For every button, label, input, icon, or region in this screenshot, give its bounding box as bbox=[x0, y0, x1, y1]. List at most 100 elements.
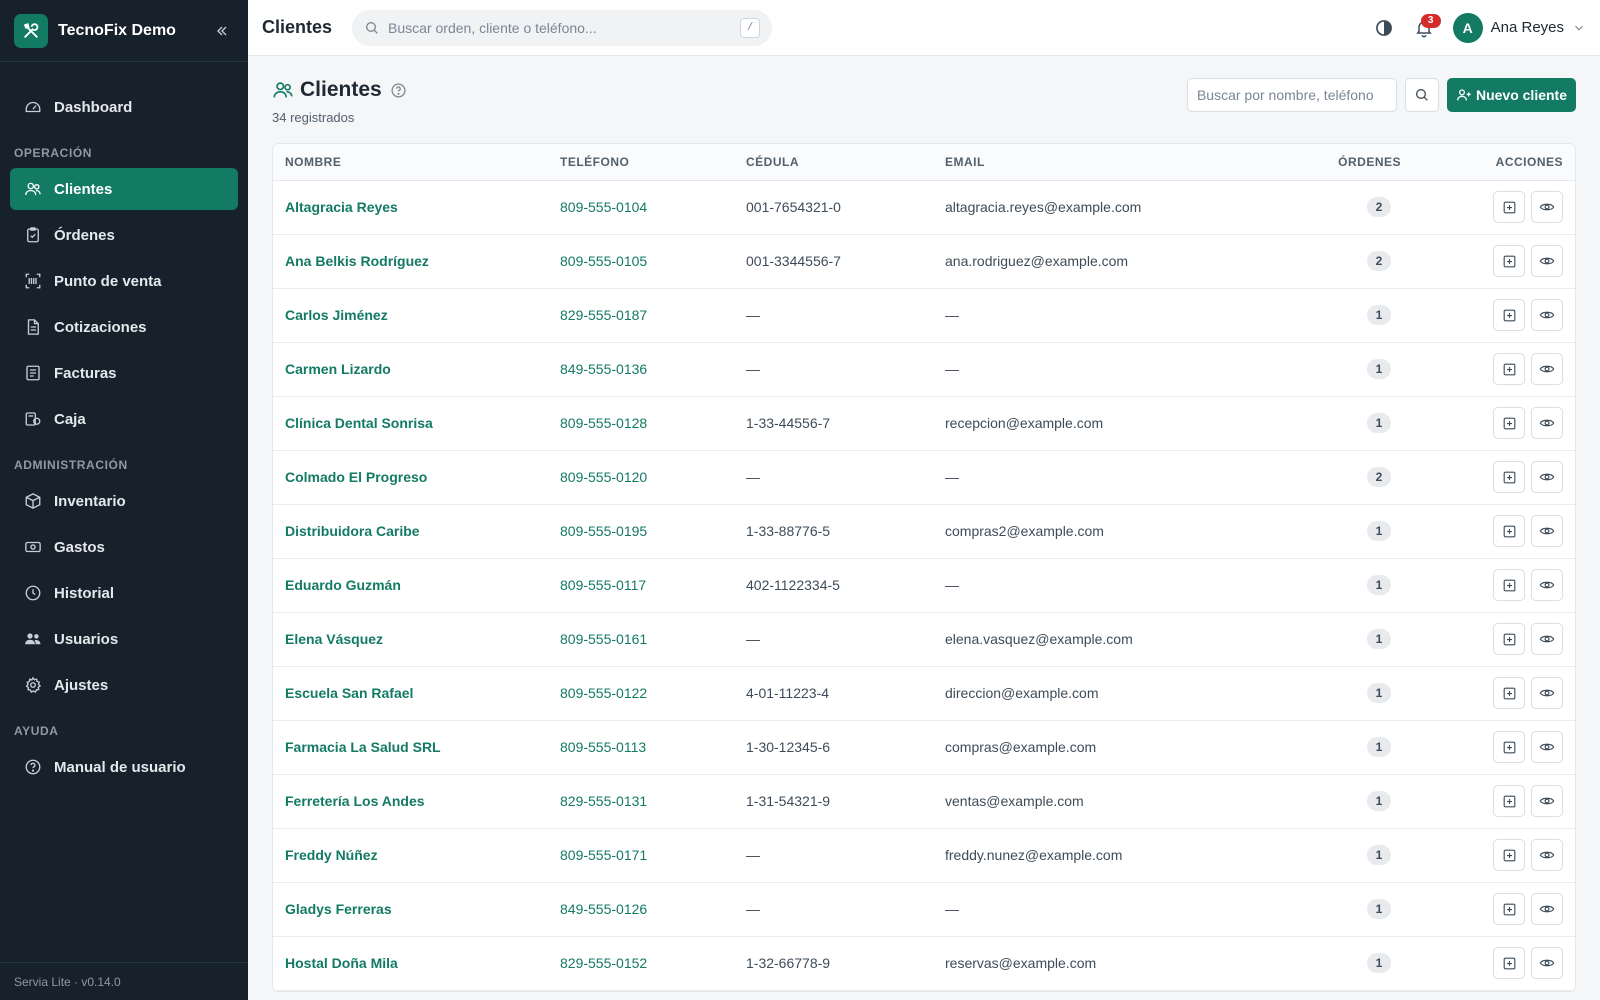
new-order-button[interactable] bbox=[1493, 299, 1525, 331]
client-phone-link[interactable]: 809-555-0122 bbox=[560, 685, 647, 701]
sidebar-item-clientes[interactable]: Clientes bbox=[10, 168, 238, 210]
client-phone-link[interactable]: 809-555-0171 bbox=[560, 847, 647, 863]
header-ordenes[interactable]: ÓRDENES bbox=[1283, 144, 1413, 181]
new-order-button[interactable] bbox=[1493, 677, 1525, 709]
table-row[interactable]: Gladys Ferreras 849-555-0126 — — 1 bbox=[273, 882, 1575, 937]
view-client-button[interactable] bbox=[1531, 299, 1563, 331]
sidebar-item-punto-de-venta[interactable]: Punto de venta bbox=[10, 260, 238, 302]
new-client-button[interactable]: Nuevo cliente bbox=[1446, 78, 1576, 112]
sidebar-item-cotizaciones[interactable]: Cotizaciones bbox=[10, 306, 238, 348]
table-row[interactable]: Carmen Lizardo 849-555-0136 — — 1 bbox=[273, 342, 1575, 397]
client-phone-link[interactable]: 809-555-0120 bbox=[560, 469, 647, 485]
sidebar-item-manual[interactable]: Manual de usuario bbox=[10, 746, 238, 788]
client-phone-link[interactable]: 849-555-0136 bbox=[560, 361, 647, 377]
client-name-link[interactable]: Elena Vásquez bbox=[285, 631, 383, 647]
header-cedula[interactable]: CÉDULA bbox=[734, 144, 933, 181]
view-client-button[interactable] bbox=[1531, 623, 1563, 655]
table-row[interactable]: Clínica Dental Sonrisa 809-555-0128 1-33… bbox=[273, 396, 1575, 451]
collapse-sidebar-icon[interactable] bbox=[210, 19, 234, 43]
client-phone-link[interactable]: 829-555-0131 bbox=[560, 793, 647, 809]
view-client-button[interactable] bbox=[1531, 839, 1563, 871]
client-name-link[interactable]: Ana Belkis Rodríguez bbox=[285, 253, 429, 269]
client-phone-link[interactable]: 809-555-0105 bbox=[560, 253, 647, 269]
client-name-link[interactable]: Hostal Doña Mila bbox=[285, 955, 398, 971]
client-name-link[interactable]: Carmen Lizardo bbox=[285, 361, 391, 377]
client-name-link[interactable]: Freddy Núñez bbox=[285, 847, 378, 863]
sidebar-item-ajustes[interactable]: Ajustes bbox=[10, 664, 238, 706]
client-phone-link[interactable]: 809-555-0117 bbox=[560, 577, 646, 593]
new-order-button[interactable] bbox=[1493, 245, 1525, 277]
client-name-link[interactable]: Altagracia Reyes bbox=[285, 199, 398, 215]
table-row[interactable]: Farmacia La Salud SRL 809-555-0113 1-30-… bbox=[273, 720, 1575, 775]
client-phone-link[interactable]: 809-555-0128 bbox=[560, 415, 647, 431]
table-row[interactable]: Hostal Doña Mila 829-555-0152 1-32-66778… bbox=[273, 936, 1575, 991]
view-client-button[interactable] bbox=[1531, 731, 1563, 763]
client-phone-link[interactable]: 809-555-0104 bbox=[560, 199, 647, 215]
table-row[interactable]: Elena Vásquez 809-555-0161 — elena.vasqu… bbox=[273, 612, 1575, 667]
client-name-link[interactable]: Escuela San Rafael bbox=[285, 685, 413, 701]
client-name-link[interactable]: Eduardo Guzmán bbox=[285, 577, 401, 593]
view-client-button[interactable] bbox=[1531, 353, 1563, 385]
client-name-link[interactable]: Clínica Dental Sonrisa bbox=[285, 415, 433, 431]
client-phone-link[interactable]: 829-555-0187 bbox=[560, 307, 647, 323]
client-phone-link[interactable]: 809-555-0113 bbox=[560, 739, 646, 755]
theme-toggle-button[interactable] bbox=[1369, 13, 1399, 43]
table-row[interactable]: Ana Belkis Rodríguez 809-555-0105 001-33… bbox=[273, 234, 1575, 289]
table-row[interactable]: Distribuidora Caribe 809-555-0195 1-33-8… bbox=[273, 504, 1575, 559]
view-client-button[interactable] bbox=[1531, 191, 1563, 223]
client-phone-link[interactable]: 809-555-0161 bbox=[560, 631, 647, 647]
client-phone-link[interactable]: 829-555-0152 bbox=[560, 955, 647, 971]
view-client-button[interactable] bbox=[1531, 245, 1563, 277]
new-order-button[interactable] bbox=[1493, 839, 1525, 871]
sidebar-item-historial[interactable]: Historial bbox=[10, 572, 238, 614]
table-row[interactable]: Carlos Jiménez 829-555-0187 — — 1 bbox=[273, 288, 1575, 343]
client-name-link[interactable]: Gladys Ferreras bbox=[285, 901, 392, 917]
table-row[interactable]: Freddy Núñez 809-555-0171 — freddy.nunez… bbox=[273, 828, 1575, 883]
view-client-button[interactable] bbox=[1531, 947, 1563, 979]
new-order-button[interactable] bbox=[1493, 893, 1525, 925]
client-search-button[interactable] bbox=[1404, 78, 1439, 112]
header-nombre[interactable]: NOMBRE bbox=[273, 144, 548, 181]
table-row[interactable]: Ferretería Los Andes 829-555-0131 1-31-5… bbox=[273, 774, 1575, 829]
table-row[interactable]: Altagracia Reyes 809-555-0104 001-765432… bbox=[273, 180, 1575, 235]
sidebar-item-inventario[interactable]: Inventario bbox=[10, 480, 238, 522]
new-order-button[interactable] bbox=[1493, 731, 1525, 763]
view-client-button[interactable] bbox=[1531, 677, 1563, 709]
sidebar-item-dashboard[interactable]: Dashboard bbox=[10, 86, 238, 128]
sidebar-item-gastos[interactable]: Gastos bbox=[10, 526, 238, 568]
global-search-input[interactable] bbox=[388, 19, 741, 36]
help-circle-icon[interactable] bbox=[390, 82, 407, 99]
global-search[interactable]: / bbox=[352, 9, 773, 46]
view-client-button[interactable] bbox=[1531, 461, 1563, 493]
table-row[interactable]: Eduardo Guzmán 809-555-0117 402-1122334-… bbox=[273, 558, 1575, 613]
client-search-input[interactable] bbox=[1186, 78, 1397, 112]
notifications-button[interactable]: 3 bbox=[1409, 13, 1441, 43]
header-email[interactable]: EMAIL bbox=[933, 144, 1283, 181]
new-order-button[interactable] bbox=[1493, 407, 1525, 439]
user-menu[interactable]: A Ana Reyes bbox=[1452, 12, 1586, 43]
client-name-link[interactable]: Colmado El Progreso bbox=[285, 469, 427, 485]
new-order-button[interactable] bbox=[1493, 515, 1525, 547]
client-name-link[interactable]: Distribuidora Caribe bbox=[285, 523, 420, 539]
client-name-link[interactable]: Carlos Jiménez bbox=[285, 307, 388, 323]
table-row[interactable]: Colmado El Progreso 809-555-0120 — — 2 bbox=[273, 450, 1575, 505]
sidebar-item-ordenes[interactable]: Órdenes bbox=[10, 214, 238, 256]
client-name-link[interactable]: Ferretería Los Andes bbox=[285, 793, 425, 809]
new-order-button[interactable] bbox=[1493, 947, 1525, 979]
view-client-button[interactable] bbox=[1531, 893, 1563, 925]
new-order-button[interactable] bbox=[1493, 461, 1525, 493]
table-row[interactable]: Escuela San Rafael 809-555-0122 4-01-112… bbox=[273, 666, 1575, 721]
client-name-link[interactable]: Farmacia La Salud SRL bbox=[285, 739, 441, 755]
new-order-button[interactable] bbox=[1493, 353, 1525, 385]
sidebar-item-usuarios[interactable]: Usuarios bbox=[10, 618, 238, 660]
sidebar-item-facturas[interactable]: Facturas bbox=[10, 352, 238, 394]
view-client-button[interactable] bbox=[1531, 515, 1563, 547]
view-client-button[interactable] bbox=[1531, 407, 1563, 439]
client-phone-link[interactable]: 849-555-0126 bbox=[560, 901, 647, 917]
new-order-button[interactable] bbox=[1493, 785, 1525, 817]
view-client-button[interactable] bbox=[1531, 785, 1563, 817]
header-telefono[interactable]: TELÉFONO bbox=[548, 144, 734, 181]
new-order-button[interactable] bbox=[1493, 191, 1525, 223]
new-order-button[interactable] bbox=[1493, 569, 1525, 601]
client-phone-link[interactable]: 809-555-0195 bbox=[560, 523, 647, 539]
